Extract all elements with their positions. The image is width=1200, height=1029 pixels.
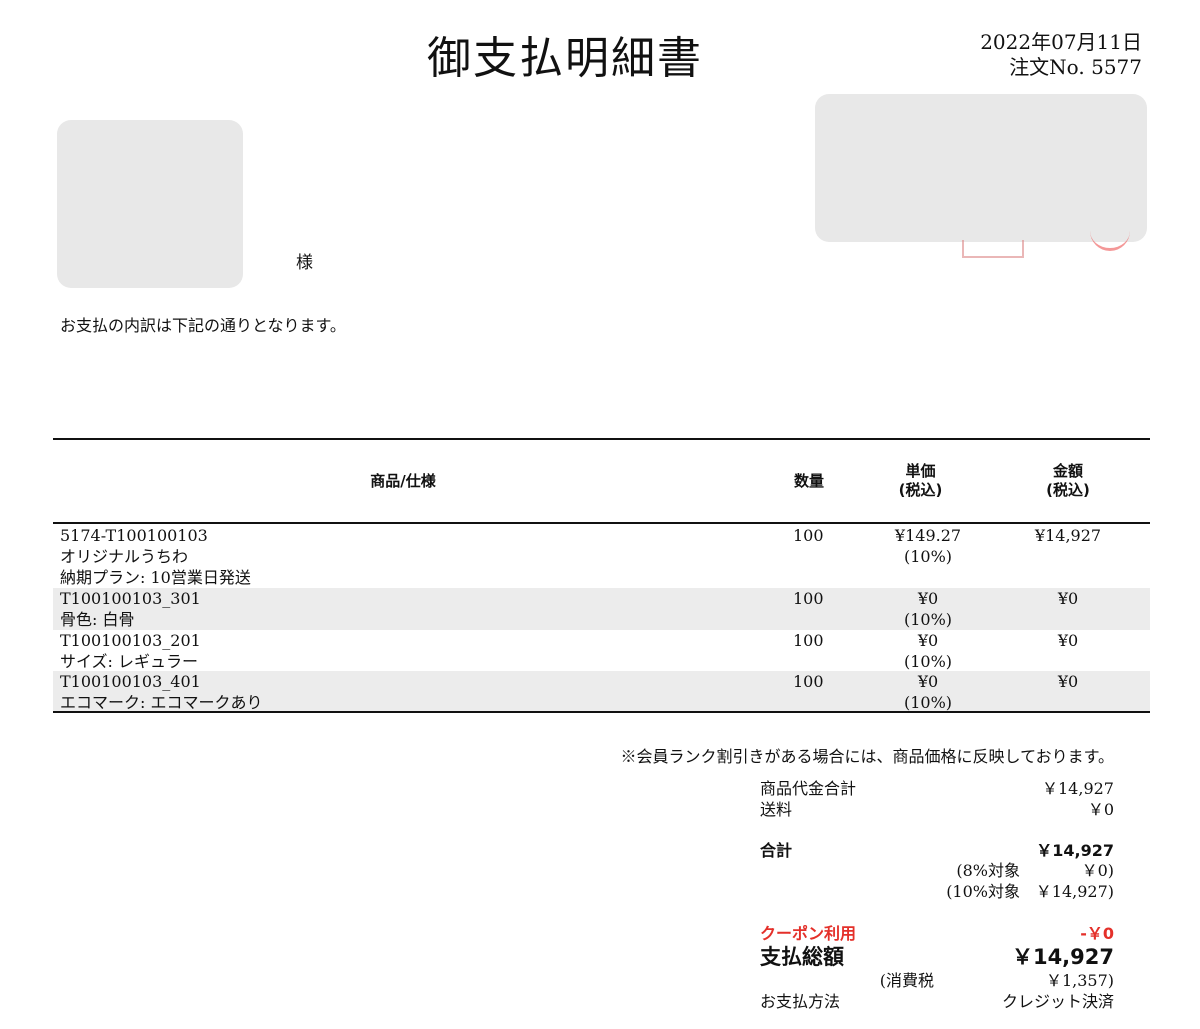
table-row: T100100103_401 エコマーク: エコマークあり 100 ¥0 (10… xyxy=(53,671,1150,712)
item-qty: 100 xyxy=(793,672,824,691)
tax10-value: ￥14,927) xyxy=(1035,882,1114,901)
grand-total-label: 支払総額 xyxy=(760,945,844,969)
header-unit-price: 単価 (税込) xyxy=(898,462,943,499)
tax10-label: (10%対象 xyxy=(946,882,1020,901)
order-number: 注文No. 5577 xyxy=(1009,55,1142,79)
table-row: T100100103_201 サイズ: レギュラー 100 ¥0 (10%) ¥… xyxy=(53,630,1150,671)
consumption-tax-label: (消費税 xyxy=(879,971,934,990)
item-unit-price: ¥149.27 (10%) xyxy=(894,526,962,566)
item-amount: ¥0 xyxy=(1057,589,1079,608)
item-qty: 100 xyxy=(793,631,824,650)
item-description: 5174-T100100103 オリジナルうちわ 納期プラン: 10営業日発送 xyxy=(60,526,251,587)
total-label: 合計 xyxy=(760,841,793,860)
document-title: 御支払明細書 xyxy=(427,33,703,84)
table-header-rule xyxy=(53,522,1150,524)
header-amount: 金額 (税込) xyxy=(1046,462,1090,499)
item-description: T100100103_201 サイズ: レギュラー xyxy=(60,631,201,671)
item-description: T100100103_301 骨色: 白骨 xyxy=(60,589,201,629)
table-top-rule xyxy=(53,438,1150,440)
round-seal-stamp xyxy=(1090,230,1130,251)
shipping-value: ￥0 xyxy=(1087,800,1114,819)
table-bottom-rule xyxy=(53,711,1150,713)
shipping-label: 送料 xyxy=(760,800,793,819)
table-row: T100100103_301 骨色: 白骨 100 ¥0 (10%) ¥0 xyxy=(53,588,1150,630)
intro-text: お支払の内訳は下記の通りとなります。 xyxy=(60,316,346,335)
item-qty: 100 xyxy=(793,526,824,545)
payment-method-value: クレジット決済 xyxy=(1001,992,1114,1011)
item-amount: ¥0 xyxy=(1057,631,1079,650)
redacted-issuer-info xyxy=(815,94,1147,242)
member-discount-note: ※会員ランク割引きがある場合には、商品価格に反映しております。 xyxy=(620,747,1114,766)
redacted-customer-name xyxy=(57,120,243,288)
payment-method-label: お支払方法 xyxy=(760,992,841,1011)
item-unit-price: ¥0 (10%) xyxy=(903,589,953,629)
table-row: 5174-T100100103 オリジナルうちわ 納期プラン: 10営業日発送 … xyxy=(53,525,1150,588)
item-amount: ¥0 xyxy=(1057,672,1079,691)
company-seal-stamp xyxy=(962,240,1024,258)
item-unit-price: ¥0 (10%) xyxy=(903,631,953,671)
item-unit-price: ¥0 (10%) xyxy=(903,672,953,712)
item-amount: ¥14,927 xyxy=(1034,526,1102,545)
item-description: T100100103_401 エコマーク: エコマークあり xyxy=(60,672,263,712)
header-qty: 数量 xyxy=(793,472,824,490)
customer-honorific: 様 xyxy=(296,253,313,273)
header-item: 商品/仕様 xyxy=(370,472,436,490)
item-qty: 100 xyxy=(793,589,824,608)
